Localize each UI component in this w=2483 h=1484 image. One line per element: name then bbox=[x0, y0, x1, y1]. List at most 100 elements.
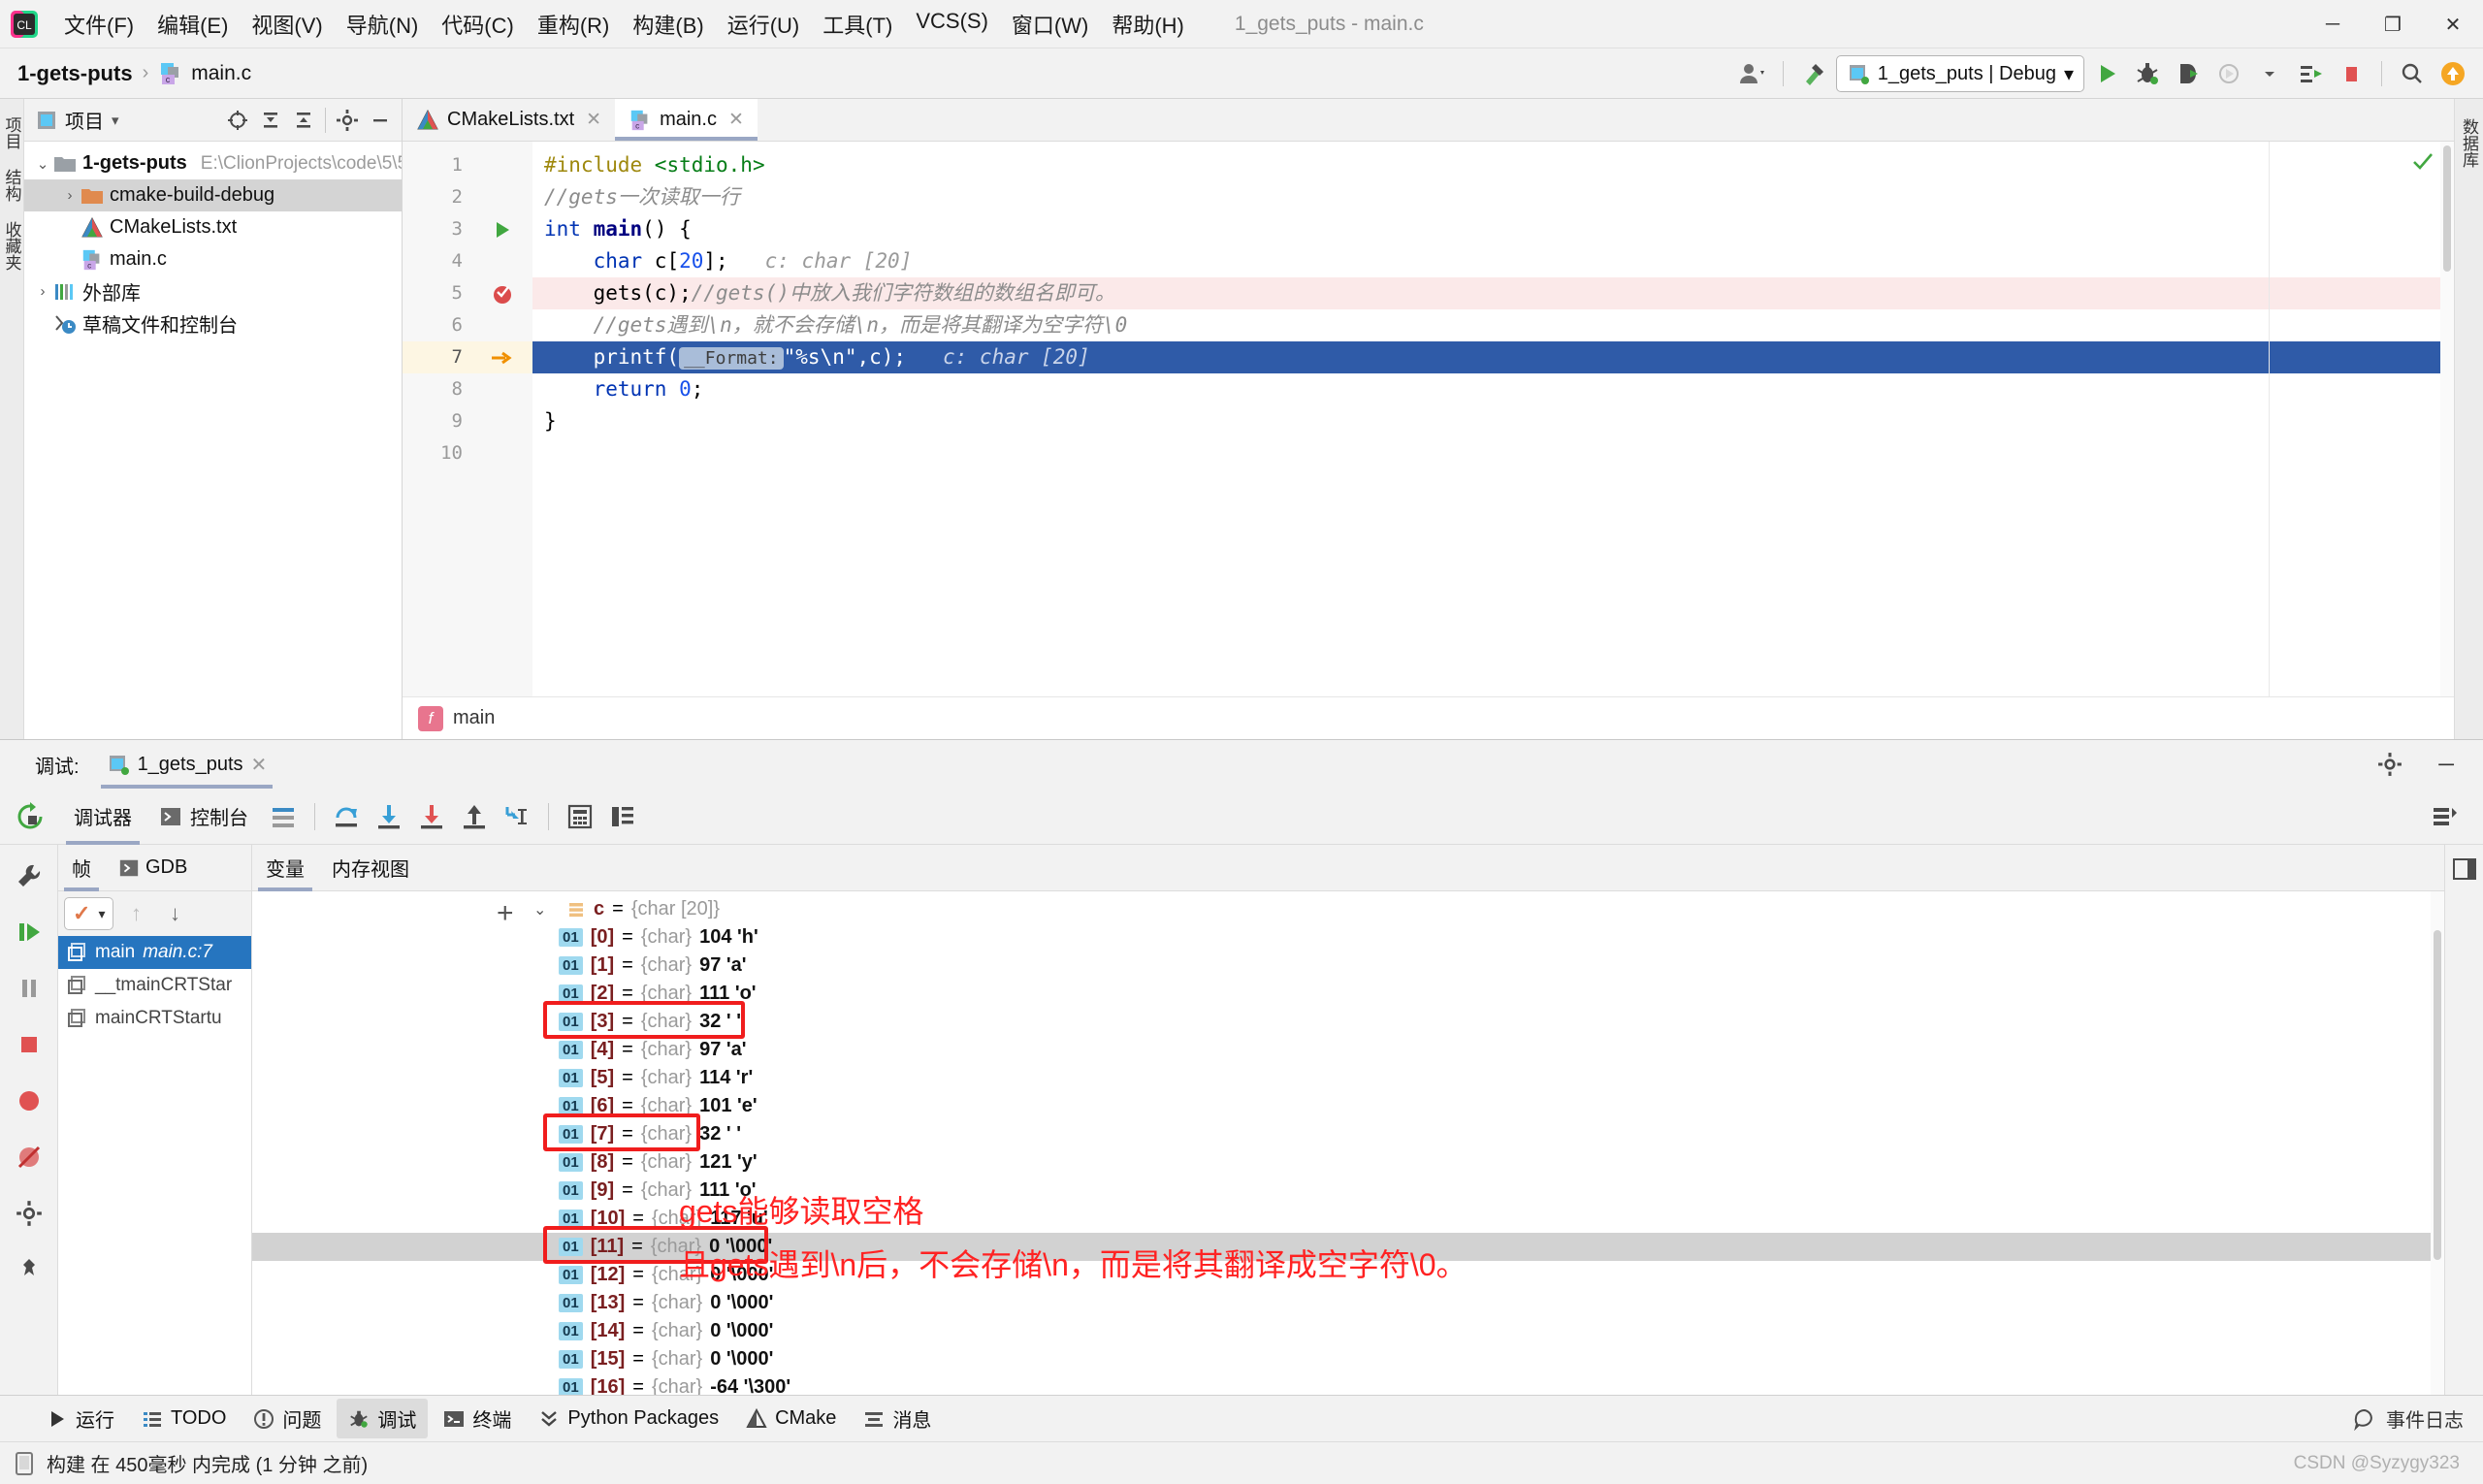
menu-window[interactable]: 窗口(W) bbox=[1000, 5, 1100, 44]
close-icon[interactable]: ✕ bbox=[586, 109, 601, 131]
close-icon[interactable]: ✕ bbox=[728, 109, 744, 131]
wrench-icon[interactable] bbox=[8, 855, 50, 897]
hide-pane-icon[interactable] bbox=[365, 105, 396, 136]
breakpoints-icon[interactable] bbox=[8, 1080, 50, 1122]
run-to-cursor-icon[interactable] bbox=[496, 795, 538, 838]
frame-up-button[interactable]: ↑ bbox=[119, 897, 152, 930]
resume-icon[interactable] bbox=[8, 911, 50, 953]
expand-chevron-icon[interactable]: ⌄ bbox=[533, 900, 559, 919]
chevron-down-icon[interactable]: ▾ bbox=[98, 906, 105, 922]
gear-icon[interactable] bbox=[332, 105, 363, 136]
twb-python-packages[interactable]: Python Packages bbox=[527, 1402, 730, 1436]
menu-refactor[interactable]: 重构(R) bbox=[526, 5, 622, 44]
tree-item[interactable]: CMakeLists.txt bbox=[24, 211, 402, 243]
chevron-icon[interactable]: › bbox=[32, 283, 53, 300]
code-lines[interactable]: #include <stdio.h> //gets一次读取一行 int main()… bbox=[532, 142, 2454, 696]
code-area[interactable]: 1 2 3 4 5 6 7 8 9 10 #include <stdio.h> //gets一次读取… bbox=[403, 142, 2454, 696]
step-into-icon[interactable] bbox=[368, 795, 410, 838]
frame-item[interactable]: main main.c:7 bbox=[58, 936, 251, 969]
mute-breakpoints-icon[interactable] bbox=[8, 1136, 50, 1178]
update-icon[interactable] bbox=[2435, 55, 2471, 92]
variable-row[interactable]: 01 [6] = {char} 101 'e' bbox=[252, 1092, 2444, 1120]
run-icon[interactable] bbox=[2088, 55, 2125, 92]
frame-item[interactable]: __tmainCRTStar bbox=[58, 969, 251, 1002]
code-line[interactable]: char c[20]; c: char [20] bbox=[532, 245, 2454, 277]
tree-item[interactable]: › cmake-build-debug bbox=[24, 179, 402, 211]
debug-session-tab[interactable]: 1_gets_puts ✕ bbox=[97, 740, 277, 789]
variable-row[interactable]: 01 [2] = {char} 111 'o' bbox=[252, 980, 2444, 1008]
rail-structure[interactable]: 结构 bbox=[0, 159, 26, 211]
menu-view[interactable]: 视图(V) bbox=[240, 5, 334, 44]
chevron-down-icon[interactable] bbox=[2251, 55, 2288, 92]
menu-build[interactable]: 构建(B) bbox=[621, 5, 715, 44]
collapse-all-icon[interactable] bbox=[288, 105, 319, 136]
close-button[interactable]: ✕ bbox=[2423, 0, 2483, 48]
chevron-down-icon[interactable]: ▾ bbox=[112, 112, 119, 129]
twb-terminal[interactable]: 终端 bbox=[432, 1399, 523, 1438]
pause-icon[interactable] bbox=[8, 967, 50, 1010]
breakpoint-icon[interactable] bbox=[472, 277, 532, 309]
variable-row[interactable]: 01 [14] = {char} 0 '\000' bbox=[252, 1317, 2444, 1345]
tab-variables[interactable]: 变量 bbox=[252, 845, 318, 891]
tab-frames[interactable]: 帧 bbox=[58, 845, 105, 891]
menu-vcs[interactable]: VCS(S) bbox=[904, 5, 1000, 44]
attach-icon[interactable] bbox=[2170, 55, 2207, 92]
hammer-icon[interactable] bbox=[1795, 55, 1832, 92]
hide-panel-icon[interactable]: ─ bbox=[2425, 743, 2467, 786]
code-line[interactable]: printf(__Format: "%s\n",c); c: char [20] bbox=[532, 341, 2454, 373]
variable-row[interactable]: 01 [1] = {char} 97 'a' bbox=[252, 952, 2444, 980]
code-line[interactable]: //gets遇到\n，就不会存储\n，而是将其翻译为空字符\0 bbox=[532, 309, 2454, 341]
stop-icon[interactable] bbox=[8, 1023, 50, 1066]
scrollbar-thumb[interactable] bbox=[2443, 145, 2451, 272]
menu-edit[interactable]: 编辑(E) bbox=[145, 5, 240, 44]
twb-problems[interactable]: 问题 bbox=[242, 1399, 333, 1438]
rerun-icon[interactable] bbox=[0, 801, 60, 832]
pin-icon[interactable] bbox=[8, 1248, 50, 1291]
code-line[interactable]: int main() { bbox=[532, 213, 2454, 245]
rail-database[interactable]: 数据库 bbox=[2455, 109, 2483, 177]
code-line[interactable]: //gets一次读取一行 bbox=[532, 181, 2454, 213]
editor-scrollbar[interactable] bbox=[2440, 142, 2454, 696]
code-line[interactable]: return 0; bbox=[532, 373, 2454, 405]
gutter-markers[interactable] bbox=[472, 142, 532, 696]
breadcrumb-project[interactable]: 1-gets-puts bbox=[17, 61, 133, 86]
close-icon[interactable]: ✕ bbox=[251, 753, 268, 777]
settings-debug-icon[interactable] bbox=[2423, 795, 2466, 838]
add-watch-button[interactable]: + bbox=[497, 897, 514, 930]
coverage-icon[interactable] bbox=[2210, 55, 2247, 92]
layout-icon[interactable] bbox=[262, 795, 305, 838]
chevron-down-icon[interactable]: ▾ bbox=[2064, 62, 2074, 86]
twb-messages[interactable]: 消息 bbox=[852, 1399, 943, 1438]
variable-row[interactable]: 01 [13] = {char} 0 '\000' bbox=[252, 1289, 2444, 1317]
variable-row[interactable]: 01 [7] = {char} 32 ' ' bbox=[252, 1120, 2444, 1148]
code-line[interactable]: } bbox=[532, 405, 2454, 437]
exec-arrow-icon[interactable] bbox=[472, 341, 532, 373]
gear-icon[interactable] bbox=[2369, 743, 2411, 786]
editor-tab[interactable]: CMakeLists.txt ✕ bbox=[403, 99, 616, 141]
twb-debug[interactable]: 调试 bbox=[337, 1399, 429, 1438]
menu-navigate[interactable]: 导航(N) bbox=[335, 5, 431, 44]
twb-todo[interactable]: TODO bbox=[130, 1402, 238, 1436]
rail-favorites[interactable]: 收藏夹 bbox=[0, 211, 26, 280]
variable-row[interactable]: 01 [16] = {char} -64 '\300' bbox=[252, 1373, 2444, 1395]
twb-run[interactable]: 运行 bbox=[35, 1399, 126, 1438]
frame-down-button[interactable]: ↓ bbox=[158, 897, 191, 930]
chevron-icon[interactable]: ⌄ bbox=[32, 155, 53, 173]
profile-icon[interactable] bbox=[2292, 55, 2329, 92]
variable-root-row[interactable]: ⌄ c = {char [20]} bbox=[252, 895, 2444, 923]
breadcrumb-file[interactable]: main.c bbox=[191, 62, 251, 85]
menu-code[interactable]: 代码(C) bbox=[430, 5, 526, 44]
tab-memory-view[interactable]: 内存视图 bbox=[318, 845, 423, 891]
tree-item[interactable]: c main.c bbox=[24, 243, 402, 275]
maximize-button[interactable]: ❐ bbox=[2363, 0, 2423, 48]
editor-tab[interactable]: c main.c ✕ bbox=[615, 99, 758, 141]
tab-gdb[interactable]: GDB bbox=[105, 845, 201, 891]
variable-row[interactable]: 01 [10] = {char} 117 'u' bbox=[252, 1205, 2444, 1233]
tab-debugger[interactable]: 调试器 bbox=[60, 789, 145, 845]
watches-icon[interactable] bbox=[601, 795, 644, 838]
step-over-icon[interactable] bbox=[325, 795, 368, 838]
code-line[interactable] bbox=[532, 437, 2454, 469]
search-icon[interactable] bbox=[2394, 55, 2431, 92]
user-icon[interactable] bbox=[1734, 55, 1771, 92]
code-line[interactable]: gets(c);//gets()中放入我们字符数组的数组名即可。 bbox=[532, 277, 2454, 309]
